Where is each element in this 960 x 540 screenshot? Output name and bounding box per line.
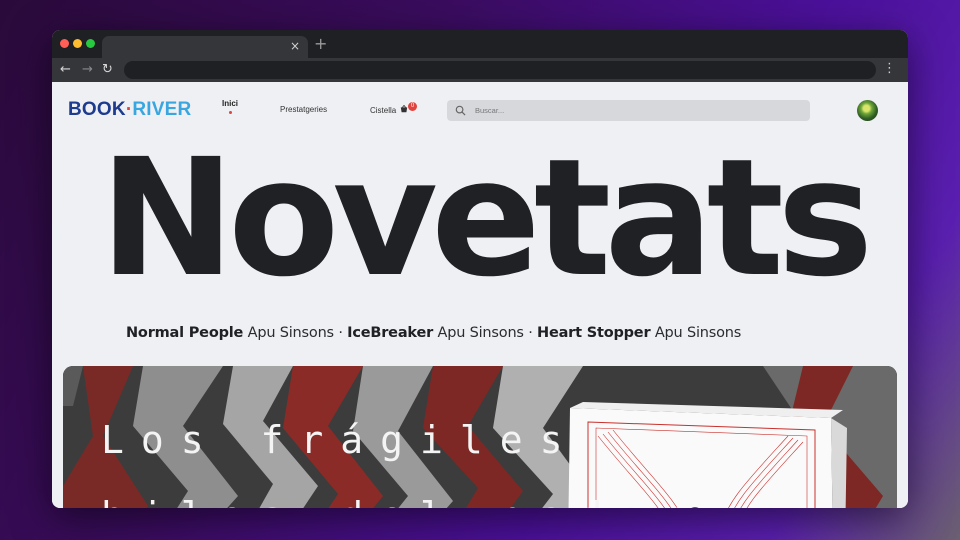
featured-book-author: Apu Sinsons: [654, 325, 742, 341]
tab-bar: × +: [52, 30, 908, 58]
web-page: BOOK·RIVER Inici Prestatgeries Cistella …: [52, 82, 908, 508]
browser-window: × + ← → ↻ ⋮ BOOK·RIVER Inici Prestatgeri…: [52, 30, 908, 508]
tab-close-icon[interactable]: ×: [290, 39, 300, 53]
ticker-separator: ·: [523, 325, 538, 341]
browser-menu-icon[interactable]: ⋮: [883, 61, 896, 76]
active-nav-indicator: [229, 111, 232, 114]
page-title: Novetats: [99, 125, 874, 313]
banner-title-line2: hilos del poder: [101, 494, 699, 508]
back-icon[interactable]: ←: [60, 62, 71, 78]
featured-book-author: Apu Sinsons: [437, 325, 524, 341]
new-tab-icon[interactable]: +: [314, 34, 327, 53]
basket-icon[interactable]: [400, 105, 408, 113]
featured-book-banner[interactable]: Los frágiles hilos del poder: [63, 366, 897, 508]
featured-books-ticker: Normal People Apu Sinsons · IceBreaker A…: [126, 325, 741, 341]
nav-link-inici[interactable]: Inici: [222, 99, 238, 108]
ticker-separator: ·: [333, 325, 348, 341]
reload-icon[interactable]: ↻: [102, 62, 113, 78]
logo-river: RIVER: [132, 99, 192, 120]
banner-title-line1: Los frágiles: [101, 418, 580, 462]
user-avatar[interactable]: [857, 100, 878, 121]
search-input[interactable]: [475, 100, 795, 121]
featured-book-title[interactable]: Normal People: [126, 325, 243, 341]
book-cover-image[interactable]: [568, 402, 847, 508]
nav-link-prestatgeries[interactable]: Prestatgeries: [280, 105, 327, 114]
browser-toolbar: ← → ↻ ⋮: [52, 58, 908, 82]
logo-book: BOOK: [68, 99, 126, 120]
featured-book-title[interactable]: IceBreaker: [347, 325, 433, 341]
forward-icon[interactable]: →: [82, 62, 93, 78]
address-bar[interactable]: [124, 61, 876, 79]
maximize-window-dot[interactable]: [86, 39, 95, 48]
site-logo[interactable]: BOOK·RIVER: [68, 99, 191, 121]
cart-count-badge: 0: [408, 102, 417, 111]
minimize-window-dot[interactable]: [73, 39, 82, 48]
featured-book-title[interactable]: Heart Stopper: [537, 325, 651, 341]
close-window-dot[interactable]: [60, 39, 69, 48]
search-bar[interactable]: [447, 100, 810, 121]
browser-tab[interactable]: ×: [102, 36, 308, 58]
featured-book-author: Apu Sinsons: [247, 325, 335, 341]
search-icon: [455, 105, 466, 116]
nav-link-cistella[interactable]: Cistella: [370, 106, 396, 115]
